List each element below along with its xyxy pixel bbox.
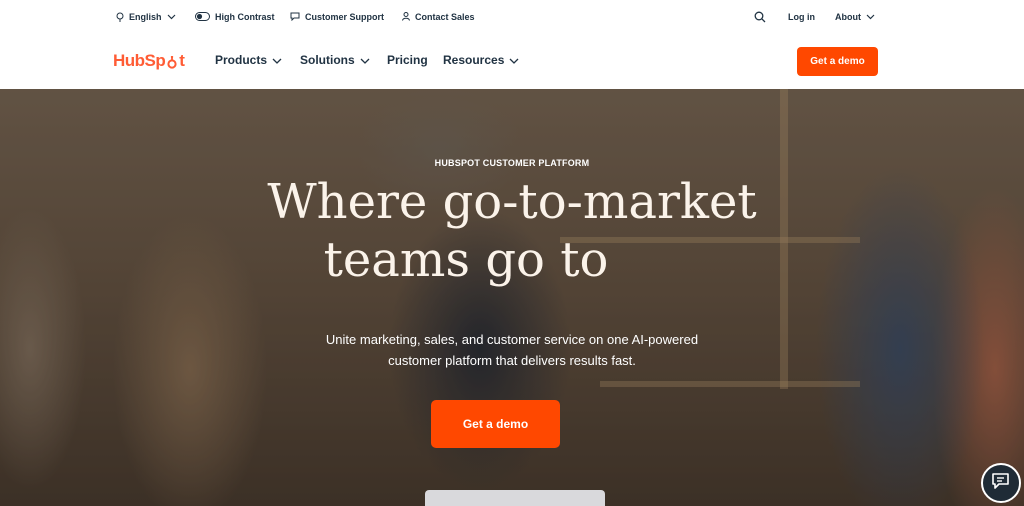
nav-resources-label: Resources (443, 53, 505, 67)
person-icon (402, 12, 410, 21)
get-a-demo-button[interactable]: Get a demo (797, 47, 878, 76)
about-menu[interactable]: About (835, 9, 875, 24)
chevron-down-icon (272, 53, 282, 67)
login-link[interactable]: Log in (788, 9, 815, 24)
hero-subtitle-line1: Unite marketing, sales, and customer ser… (325, 332, 699, 347)
hero-title-line1: Where go-to-market (267, 174, 757, 230)
laptop-image (425, 490, 605, 506)
hero-subtitle: Unite marketing, sales, and customer ser… (0, 329, 1024, 371)
chat-button[interactable] (981, 463, 1021, 503)
hero-subtitle-line2: customer platform that delivers results … (388, 353, 636, 368)
search-button[interactable] (754, 9, 766, 24)
nav-solutions-label: Solutions (300, 53, 355, 67)
about-label: About (835, 11, 861, 22)
hubspot-logo[interactable]: HubSp t (113, 51, 185, 71)
chevron-down-icon (509, 53, 519, 67)
chevron-down-icon (360, 53, 370, 67)
search-icon (754, 11, 766, 23)
nav-products[interactable]: Products (215, 53, 282, 67)
contact-sales-label: Contact Sales (415, 11, 475, 22)
hero-eyebrow: HUBSPOT CUSTOMER PLATFORM (434, 158, 590, 168)
nav-pricing-label: Pricing (387, 53, 428, 67)
chat-icon (991, 472, 1011, 495)
hero-get-a-demo-button[interactable]: Get a demo (431, 400, 560, 448)
customer-support-link[interactable]: Customer Support (290, 9, 384, 24)
contrast-toggle-icon (195, 12, 210, 21)
contact-sales-link[interactable]: Contact Sales (402, 9, 475, 24)
chevron-down-icon (866, 14, 875, 20)
logo-text-end: t (179, 51, 185, 70)
nav-solutions[interactable]: Solutions (300, 53, 370, 67)
nav-resources[interactable]: Resources (443, 53, 519, 67)
sprocket-icon (166, 55, 178, 69)
utility-bar: English High Contrast Customer Support C… (0, 0, 1024, 32)
globe-icon (116, 12, 124, 22)
support-icon (290, 12, 300, 21)
language-selector[interactable]: English (116, 9, 176, 24)
customer-support-label: Customer Support (305, 11, 385, 22)
hero-section: HUBSPOT CUSTOMER PLATFORM Where go-to-ma… (0, 89, 1024, 506)
hero-title-line2: teams go to (323, 232, 609, 288)
hero-title: Where go-to-market teams go to (0, 173, 1024, 289)
nav-products-label: Products (215, 53, 268, 67)
nav-pricing[interactable]: Pricing (387, 53, 428, 67)
chevron-down-icon (167, 14, 176, 20)
language-label: English (129, 11, 162, 22)
high-contrast-label: High Contrast (215, 11, 275, 22)
main-navigation: HubSp t Products Solutions Pricing Resou… (0, 32, 1024, 89)
logo-text-start: HubSp (113, 51, 166, 70)
high-contrast-toggle[interactable]: High Contrast (195, 9, 275, 24)
